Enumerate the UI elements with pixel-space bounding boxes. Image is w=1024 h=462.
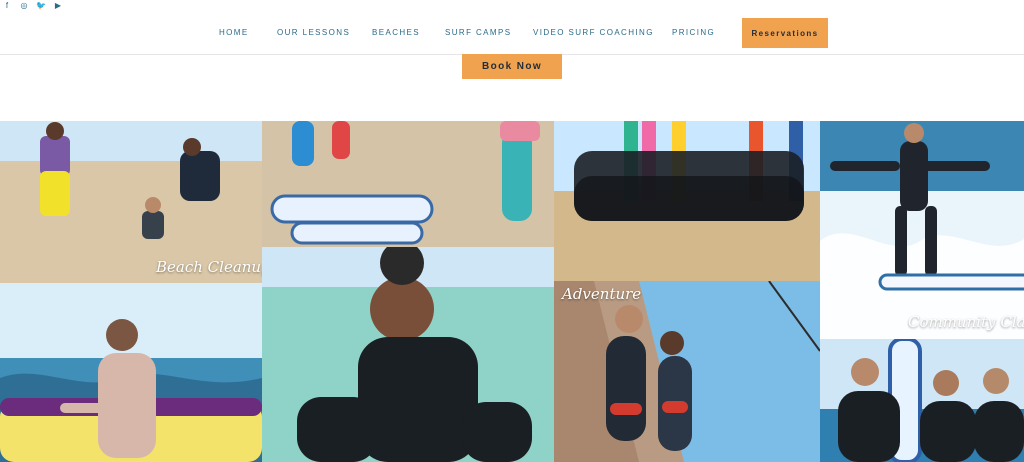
nav-surf-camps[interactable]: SURF CAMPS [445, 28, 511, 37]
photo-surfer-wave[interactable]: Community Classes [820, 121, 1024, 339]
book-now-button[interactable]: Book Now [462, 54, 562, 79]
nav-video-surf-coaching[interactable]: VIDEO SURF COACHING [533, 28, 654, 37]
photo-surf-coaches[interactable] [820, 339, 1024, 462]
facebook-icon[interactable]: f [3, 2, 11, 10]
nav-pricing[interactable]: PRICING [672, 28, 715, 37]
photo-surfer-on-board[interactable] [0, 283, 262, 462]
twitter-icon[interactable]: 🐦 [36, 2, 46, 10]
caption-adventure: Adventure [562, 285, 642, 303]
photo-climbing-adventure[interactable]: Adventure [554, 281, 820, 462]
reservations-button[interactable]: Reservations [742, 18, 828, 48]
photo-beach-cleanup[interactable]: Beach Cleanups [0, 121, 262, 283]
social-links: f ◎ 🐦 ▶ [3, 2, 62, 10]
youtube-icon[interactable]: ▶ [54, 2, 62, 10]
main-nav: HOME OUR LESSONS BEACHES SURF CAMPS VIDE… [0, 18, 1024, 48]
photo-surf-lesson-boards[interactable] [262, 121, 554, 247]
photo-surf-camp-group[interactable] [554, 121, 820, 281]
nav-beaches[interactable]: BEACHES [372, 28, 420, 37]
nav-home[interactable]: HOME [219, 28, 249, 37]
instagram-icon[interactable]: ◎ [20, 2, 28, 10]
caption-beach-cleanups: Beach Cleanups [156, 258, 262, 276]
nav-our-lessons[interactable]: OUR LESSONS [277, 28, 350, 37]
photo-smiling-surfer[interactable] [262, 247, 554, 462]
caption-community-classes: Community Classes [908, 313, 1024, 331]
